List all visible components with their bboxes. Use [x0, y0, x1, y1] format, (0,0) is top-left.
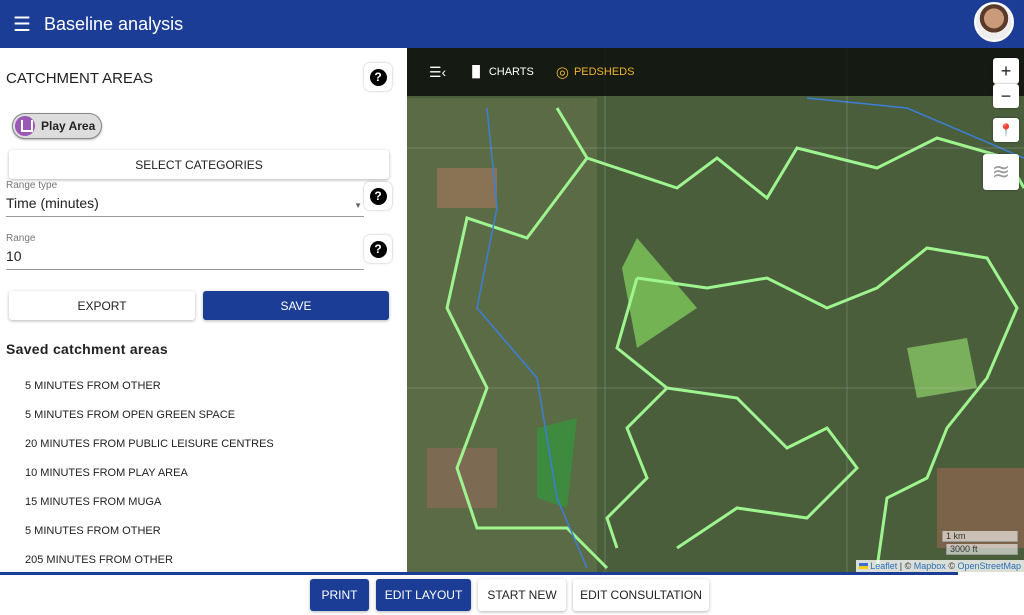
range-input[interactable]: Range 10	[6, 233, 364, 270]
range-help-button[interactable]: ?	[364, 235, 392, 263]
select-categories-button[interactable]: SELECT CATEGORIES	[9, 150, 389, 179]
saved-catchment-list: 5 MINUTES FROM OTHER 5 MINUTES FROM OPEN…	[25, 380, 274, 572]
charts-tab[interactable]: ▐▌ CHARTS	[468, 66, 534, 78]
bar-chart-icon: ▐▌	[468, 66, 484, 78]
layers-icon[interactable]: ≋	[983, 154, 1019, 190]
range-type-label: Range type	[6, 180, 58, 191]
range-type-help-button[interactable]: ?	[364, 182, 392, 210]
collapse-panel-icon[interactable]: ☰‹	[429, 64, 446, 81]
map-imagery	[407, 48, 1024, 572]
map-view[interactable]: ☰‹ ▐▌ CHARTS ◎ PEDSHEDS + − 📍 ≋ 1 km 3000 …	[407, 48, 1024, 572]
ukraine-flag-icon	[858, 563, 868, 569]
start-new-button[interactable]: START NEW	[478, 579, 566, 611]
scale-imperial: 3000 ft	[946, 544, 1018, 555]
pedsheds-tab[interactable]: ◎ PEDSHEDS	[556, 63, 635, 81]
catchment-panel: CATCHMENT AREAS ? Play Area SELECT CATEG…	[0, 48, 407, 572]
list-item[interactable]: 20 MINUTES FROM PUBLIC LEISURE CENTRES	[25, 438, 274, 467]
footer-toolbar: PRINT EDIT LAYOUT START NEW EDIT CONSULT…	[0, 575, 1024, 615]
app-header: ☰ Baseline analysis	[0, 0, 1024, 48]
help-icon: ?	[369, 240, 387, 258]
play-area-icon	[15, 116, 35, 136]
range-value[interactable]: 10	[6, 248, 364, 270]
attr-sep: ©	[945, 561, 958, 571]
menu-icon[interactable]: ☰	[0, 12, 44, 37]
zoom-out-button[interactable]: −	[993, 84, 1019, 108]
charts-label: CHARTS	[488, 66, 534, 78]
range-label: Range	[6, 233, 36, 244]
saved-catchments-title: Saved catchment areas	[6, 341, 168, 357]
pedsheds-label: PEDSHEDS	[573, 66, 635, 78]
zoom-in-button[interactable]: +	[993, 58, 1019, 84]
save-button[interactable]: SAVE	[203, 291, 389, 320]
map-attribution: Leaflet | © Mapbox © OpenStreetMap	[855, 560, 1024, 572]
print-button[interactable]: PRINT	[310, 579, 369, 611]
location-pin-icon[interactable]: 📍	[993, 118, 1019, 142]
osm-link[interactable]: OpenStreetMap	[957, 561, 1021, 571]
edit-layout-button[interactable]: EDIT LAYOUT	[376, 579, 471, 611]
chip-label: Play Area	[41, 119, 96, 133]
map-toolbar: ☰‹ ▐▌ CHARTS ◎ PEDSHEDS	[407, 48, 1024, 96]
range-type-value: Time (minutes)	[6, 195, 99, 211]
list-item[interactable]: 5 MINUTES FROM OPEN GREEN SPACE	[25, 409, 274, 438]
help-icon: ?	[369, 187, 387, 205]
pedshed-icon: ◎	[555, 64, 569, 81]
panel-title: CATCHMENT AREAS	[6, 70, 153, 87]
list-item[interactable]: 205 MINUTES FROM OTHER	[25, 554, 274, 572]
attr-sep: | ©	[897, 561, 914, 571]
export-button[interactable]: EXPORT	[9, 291, 195, 320]
dropdown-caret-icon: ▼	[354, 201, 362, 210]
help-icon: ?	[369, 68, 387, 86]
range-type-select[interactable]: Range type Time (minutes) ▼	[6, 180, 364, 217]
mapbox-link[interactable]: Mapbox	[914, 561, 946, 571]
leaflet-link[interactable]: Leaflet	[870, 561, 897, 571]
edit-consultation-button[interactable]: EDIT CONSULTATION	[573, 579, 709, 611]
page-title: Baseline analysis	[44, 13, 184, 34]
list-item[interactable]: 5 MINUTES FROM OTHER	[25, 525, 274, 554]
list-item[interactable]: 15 MINUTES FROM MUGA	[25, 496, 274, 525]
list-item[interactable]: 10 MINUTES FROM PLAY AREA	[25, 467, 274, 496]
category-chip[interactable]: Play Area	[12, 113, 102, 139]
list-item[interactable]: 5 MINUTES FROM OTHER	[25, 380, 274, 409]
help-button[interactable]: ?	[364, 63, 392, 91]
avatar[interactable]	[974, 2, 1014, 42]
scale-metric: 1 km	[942, 531, 1018, 542]
